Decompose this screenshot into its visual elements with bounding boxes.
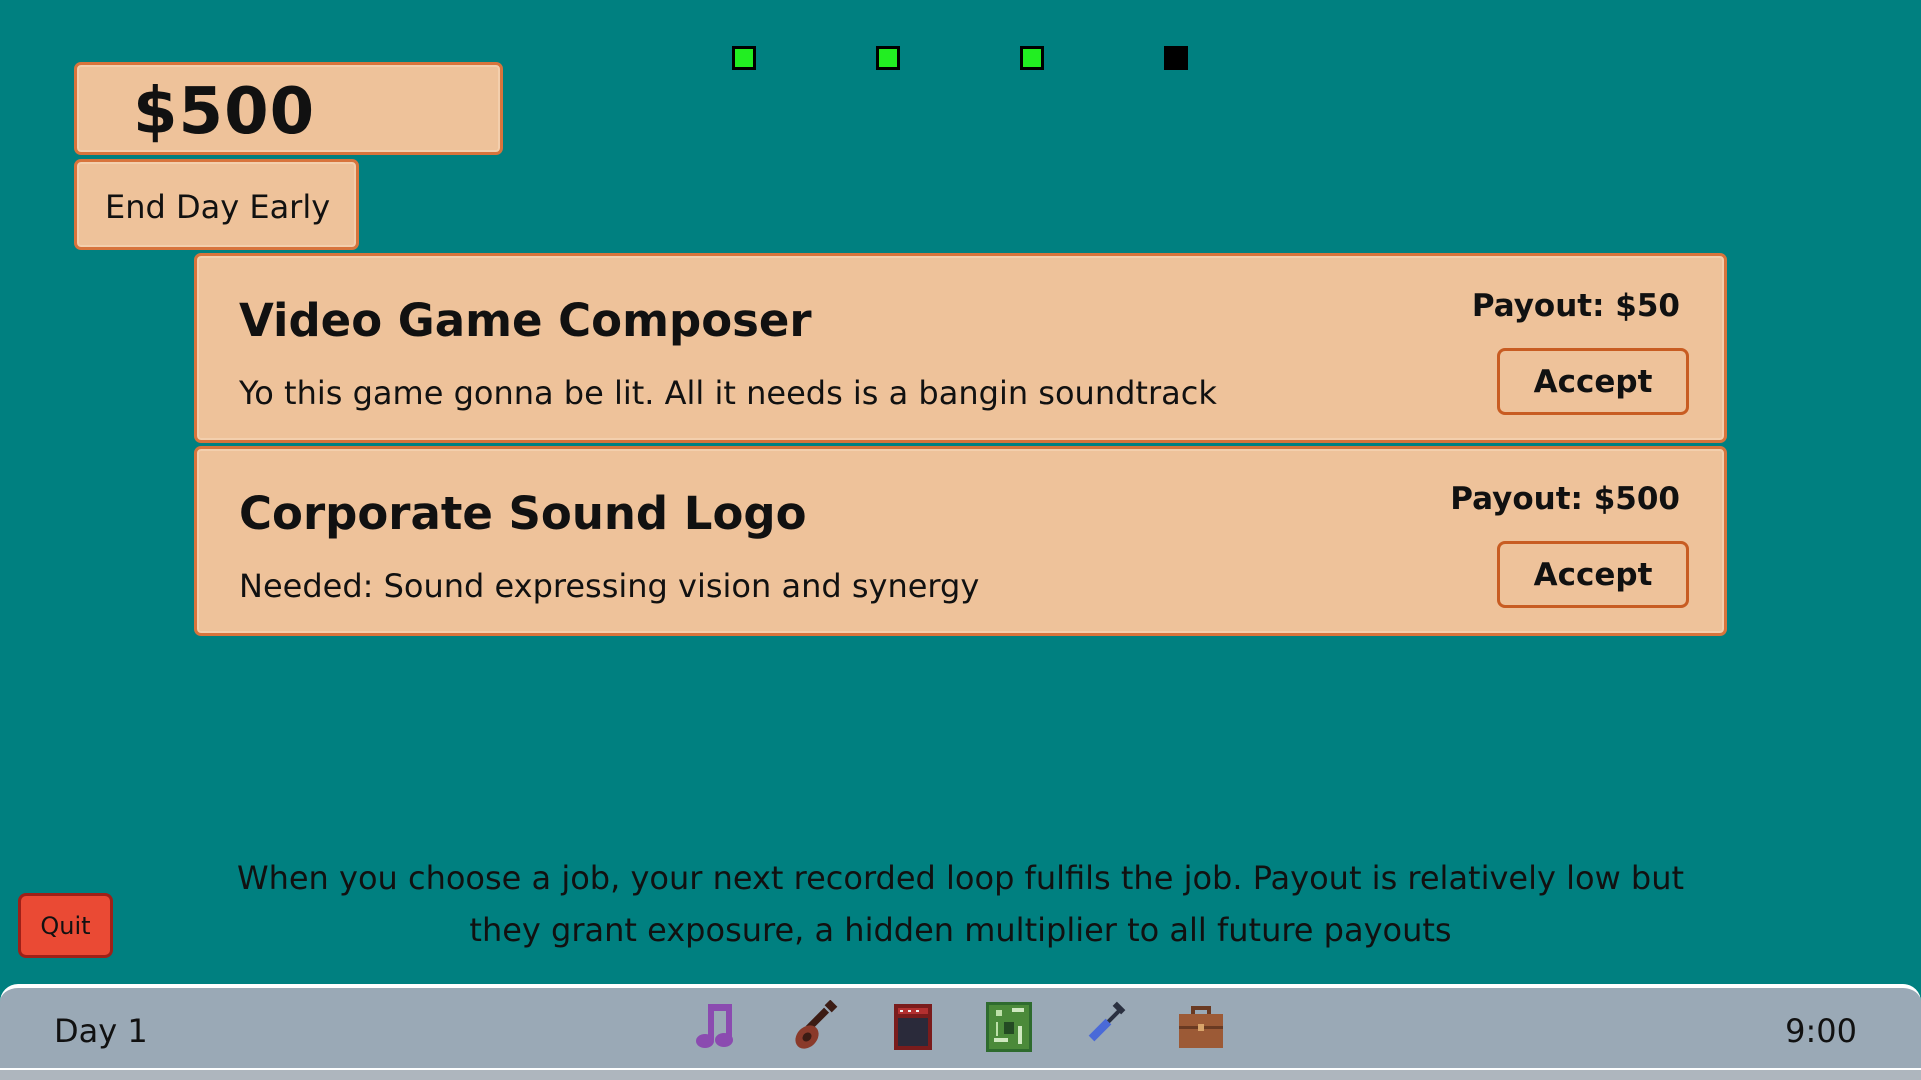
money-display: $500 bbox=[74, 62, 503, 155]
job-title: Corporate Sound Logo bbox=[239, 487, 807, 540]
accept-job-button[interactable]: Accept bbox=[1497, 541, 1689, 608]
job-card: Video Game Composer Yo this game gonna b… bbox=[194, 253, 1727, 443]
briefcase-icon[interactable] bbox=[1176, 1000, 1226, 1054]
job-description: Needed: Sound expressing vision and syne… bbox=[239, 567, 980, 605]
taskbar: Day 1 9:00 bbox=[0, 984, 1921, 1080]
day-counter: Day 1 bbox=[54, 1012, 148, 1050]
job-hint-text: When you choose a job, your next recorde… bbox=[236, 859, 1685, 949]
job-payout: Payout: $500 bbox=[1450, 481, 1680, 517]
amplifier-icon[interactable] bbox=[888, 1000, 938, 1054]
job-description: Yo this game gonna be lit. All it needs … bbox=[239, 374, 1217, 412]
quit-button[interactable]: Quit bbox=[18, 893, 113, 958]
end-day-early-button[interactable]: End Day Early bbox=[74, 159, 359, 250]
guitar-icon[interactable] bbox=[790, 999, 840, 1054]
job-payout: Payout: $50 bbox=[1471, 288, 1680, 324]
job-card: Corporate Sound Logo Needed: Sound expre… bbox=[194, 446, 1727, 636]
clock-time: 9:00 bbox=[1785, 1012, 1857, 1050]
progress-dot-2 bbox=[876, 46, 900, 70]
wrench-icon[interactable] bbox=[1080, 1000, 1130, 1054]
music-note-icon[interactable] bbox=[694, 1000, 744, 1054]
progress-dot-4 bbox=[1164, 46, 1188, 70]
accept-job-button[interactable]: Accept bbox=[1497, 348, 1689, 415]
money-amount: $500 bbox=[133, 75, 316, 149]
progress-dot-1 bbox=[732, 46, 756, 70]
end-day-early-label: End Day Early bbox=[105, 188, 331, 226]
circuit-board-icon[interactable] bbox=[984, 1000, 1034, 1054]
job-title: Video Game Composer bbox=[239, 294, 812, 347]
progress-dot-3 bbox=[1020, 46, 1044, 70]
